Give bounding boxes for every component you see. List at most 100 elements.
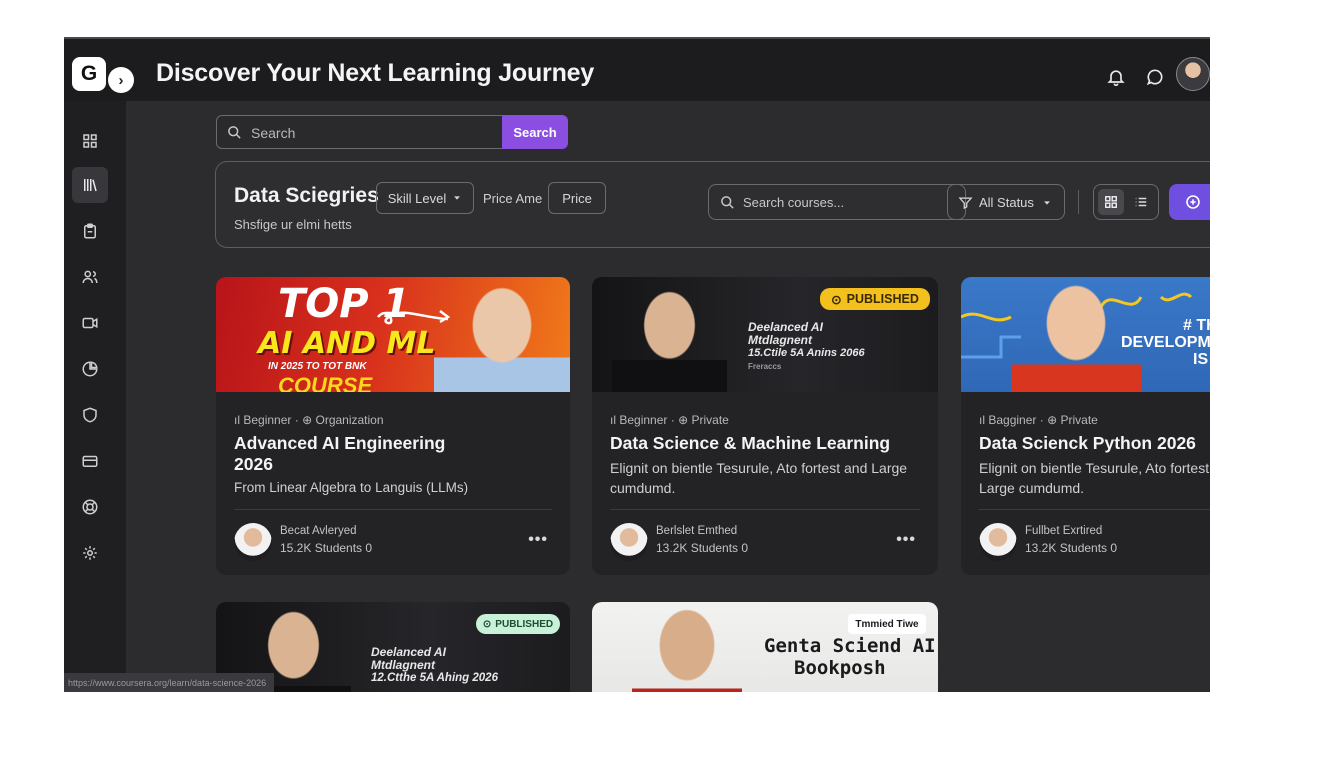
status-dropdown[interactable]: All Status xyxy=(947,184,1065,220)
course-description: From Linear Algebra to Languis (LLMs) xyxy=(234,480,469,495)
author-avatar xyxy=(234,523,272,561)
course-card[interactable]: TOP 1 AI AND ML IN 2025 TO TOT BNK COURS… xyxy=(216,277,570,575)
cover-line: IN 2025 TO TOT BNK xyxy=(268,361,367,372)
course-title: Advanced AI Engineering 2026 xyxy=(234,433,446,474)
search-placeholder: Search xyxy=(251,125,296,141)
course-title: Data Science & Machine Learning xyxy=(610,433,891,453)
cover-line: 12.Ctthe 5A Ahing 2026 xyxy=(371,672,498,684)
sidebar-item-support[interactable] xyxy=(72,489,108,525)
expand-sidebar-button[interactable]: › xyxy=(108,67,134,93)
author-name: Fullbet Exrtired xyxy=(1025,525,1103,537)
price-filter-button[interactable]: Price xyxy=(548,182,606,214)
lock-icon: ⊕ xyxy=(1047,413,1058,427)
sidebar-item-dashboard[interactable] xyxy=(72,123,108,159)
browser-status-url: https://www.coursera.org/learn/data-scie… xyxy=(64,673,274,692)
shield-icon xyxy=(83,407,97,423)
filter-icon xyxy=(958,197,973,210)
clipboard-icon xyxy=(84,223,96,239)
level-icon: ıl xyxy=(979,413,985,427)
instructor-photo xyxy=(434,277,570,392)
course-visibility: Private xyxy=(1060,413,1098,427)
status-badge: ⊙ PUBLISHED xyxy=(820,288,930,310)
sidebar-item-billing[interactable] xyxy=(72,443,108,479)
search-button[interactable]: Search xyxy=(502,115,568,149)
settings-icon xyxy=(83,546,97,560)
library-icon xyxy=(84,179,97,192)
status-label: All Status xyxy=(979,195,1034,210)
sidebar-item-settings[interactable] xyxy=(72,535,108,571)
card-icon xyxy=(82,455,98,467)
more-options-button[interactable]: ••• xyxy=(528,531,548,549)
chevron-down-icon xyxy=(454,196,461,200)
support-icon xyxy=(82,499,98,515)
grid-view-icon xyxy=(1105,196,1117,208)
author-stats: 13.2K Students 0 xyxy=(656,541,749,555)
skill-level-label: Skill Level xyxy=(387,190,447,206)
cover-line: Freraccs xyxy=(748,362,782,371)
list-view-button[interactable] xyxy=(1128,189,1154,215)
create-course-button[interactable] xyxy=(1169,184,1210,220)
course-card[interactable]: Deelanced AI Mtdlagnent 15.Ctile 5A Anin… xyxy=(592,277,938,575)
card-divider xyxy=(979,509,1210,510)
course-search-input[interactable]: Search courses... xyxy=(708,184,966,220)
course-level: Beginner xyxy=(243,413,292,427)
author-stats: 13.2K Students 0 xyxy=(1025,541,1118,555)
app-logo[interactable]: G xyxy=(72,57,106,91)
course-meta: ıl Bagginer · ⊕ Private xyxy=(979,413,1098,427)
sidebar-item-users[interactable] xyxy=(72,259,108,295)
author-name: Berlslet Emthed xyxy=(656,525,738,537)
bell-icon[interactable] xyxy=(1104,65,1128,89)
sidebar xyxy=(64,101,126,692)
instructor-photo xyxy=(632,602,742,692)
course-description: Elignit on bientle Tesurule, Ato fortest… xyxy=(610,460,908,496)
status-badge: ⊙ PUBLISHED xyxy=(476,614,560,634)
author-stats: 15.2K Students 0 xyxy=(280,541,373,555)
author-avatar xyxy=(610,523,648,561)
logo-letter: G xyxy=(80,62,98,85)
course-thumbnail: # THE DEVELOPME IS N xyxy=(961,277,1210,392)
sidebar-item-videos[interactable] xyxy=(72,305,108,341)
course-meta: ıl Beginner · ⊕ Private xyxy=(610,413,729,427)
cover-line: DEVELOPME xyxy=(1121,334,1210,351)
sidebar-item-assignments[interactable] xyxy=(72,213,108,249)
globe-icon: ⊕ xyxy=(302,413,313,427)
course-card[interactable]: Genta Sciend AI Bookposh Tmmied Tiwe xyxy=(592,602,938,692)
skill-level-dropdown[interactable]: Skill Level xyxy=(376,182,474,214)
app-window: G › Discover Your Next Learning Journey xyxy=(64,37,1210,692)
cover-line: IS N xyxy=(1193,351,1210,368)
sidebar-item-security[interactable] xyxy=(72,397,108,433)
badge-icon: ⊙ xyxy=(831,292,842,307)
course-level: Bagginer xyxy=(988,413,1037,427)
search-icon xyxy=(228,126,241,139)
view-toggle xyxy=(1093,184,1159,220)
grid-view-button[interactable] xyxy=(1098,189,1124,215)
chat-icon[interactable] xyxy=(1143,65,1167,89)
card-divider xyxy=(234,509,552,510)
cover-line: # THE xyxy=(1183,317,1210,334)
course-thumbnail: Deelanced AI Mtdlagnent 15.Ctile 5A Anin… xyxy=(592,277,938,392)
price-range-label: Price Ame xyxy=(483,191,543,206)
course-description: Elignit on bientle Tesurule, Ato fortest… xyxy=(979,460,1210,496)
badge-label: PUBLISHED xyxy=(846,292,919,306)
video-icon xyxy=(82,317,98,329)
top-bar: G › Discover Your Next Learning Journey xyxy=(64,37,1210,101)
course-visibility: Organization xyxy=(315,413,384,427)
search-icon xyxy=(721,196,734,209)
cover-line: Bookposh xyxy=(794,657,886,679)
course-card[interactable]: # THE DEVELOPME IS N ıl Bagginer · ⊕ Pri… xyxy=(961,277,1210,575)
more-options-button[interactable]: ••• xyxy=(896,531,916,549)
course-level: Beginner xyxy=(619,413,668,427)
course-meta: ıl Beginner · ⊕ Organization xyxy=(234,413,384,427)
badge-label: PUBLISHED xyxy=(495,618,554,630)
grid-icon xyxy=(83,134,97,148)
plus-circle-icon xyxy=(1186,195,1200,209)
sidebar-item-library[interactable] xyxy=(72,167,108,203)
page-title: Discover Your Next Learning Journey xyxy=(156,59,595,87)
cover-line: Mtdlagnent xyxy=(748,333,812,347)
chevron-down-icon xyxy=(1044,201,1050,205)
user-avatar[interactable] xyxy=(1176,57,1210,91)
status-badge: Tmmied Tiwe xyxy=(848,614,926,634)
sidebar-item-analytics[interactable] xyxy=(72,351,108,387)
pie-chart-icon xyxy=(82,361,98,377)
list-view-icon xyxy=(1135,197,1147,207)
